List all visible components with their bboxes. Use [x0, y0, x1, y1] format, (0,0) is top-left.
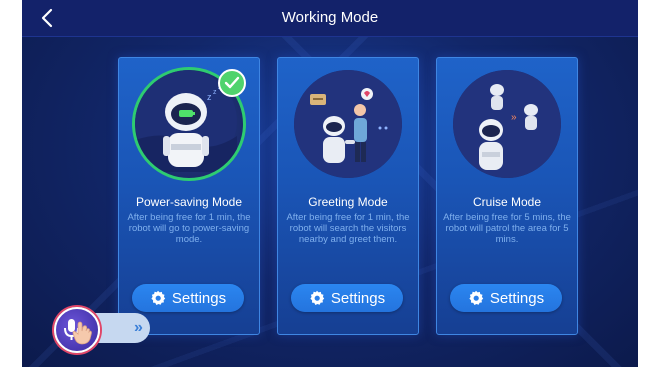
settings-label: Settings	[330, 289, 386, 307]
voice-mic-button[interactable]	[54, 307, 100, 353]
page-title: Working Mode	[281, 9, 379, 26]
mode-description: After being free for 5 mins, the robot w…	[443, 212, 571, 245]
app-screen: Working Mode z z z	[22, 0, 638, 367]
robot-greeting-icon	[294, 70, 402, 178]
mode-name: Power-saving Mode	[135, 195, 243, 209]
greeting-illustration	[294, 70, 402, 178]
mode-card-greeting[interactable]: Greeting Mode After being free for 1 min…	[277, 57, 419, 335]
svg-text:z: z	[213, 89, 217, 96]
top-bar: Working Mode	[22, 0, 638, 37]
voice-assistant-widget: »	[52, 305, 152, 353]
gear-icon	[151, 290, 166, 305]
mode-description: After being free for 1 min, the robot wi…	[286, 212, 410, 245]
gear-icon	[310, 290, 325, 305]
cruise-settings-button[interactable]: Settings	[450, 284, 562, 312]
double-chevron-right-icon: »	[134, 319, 143, 336]
gear-icon	[469, 290, 484, 305]
mode-card-power-saving[interactable]: z z z Power-saving Mode After being free…	[118, 57, 260, 335]
mode-name: Cruise Mode	[472, 195, 542, 209]
svg-text:»: »	[511, 112, 517, 123]
mode-card-cruise[interactable]: » Cruise Mode After being free for 5 min…	[436, 57, 578, 335]
svg-text:z: z	[207, 92, 212, 102]
mode-description: After being free for 1 min, the robot wi…	[127, 212, 251, 245]
settings-label: Settings	[171, 289, 227, 307]
greeting-settings-button[interactable]: Settings	[291, 284, 403, 312]
selected-badge	[218, 69, 246, 97]
mode-name: Greeting Mode	[308, 195, 388, 209]
checkmark-icon	[224, 76, 240, 89]
tap-hand-icon	[72, 321, 92, 345]
robot-patrol-icon: »	[453, 70, 561, 178]
cruise-illustration: »	[453, 70, 561, 178]
settings-label: Settings	[489, 289, 545, 307]
